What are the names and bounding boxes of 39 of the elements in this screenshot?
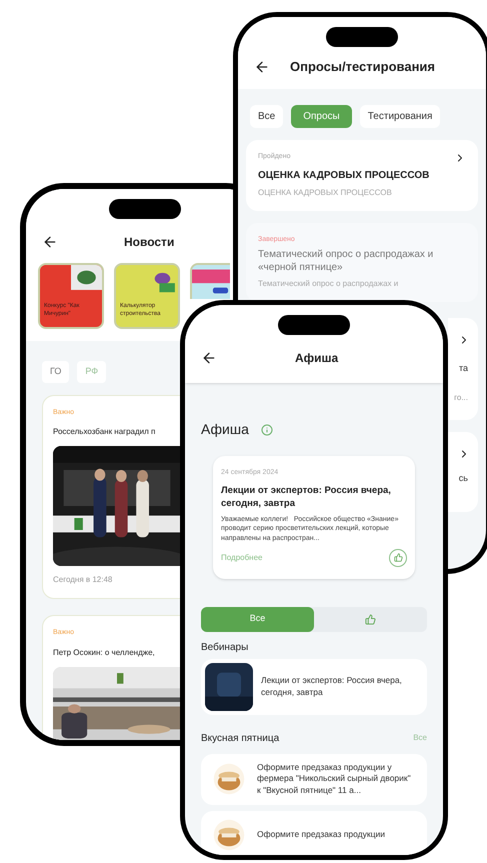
survey-title: го... <box>454 392 469 404</box>
survey-subtitle: ОЦЕНКА КАДРОВЫХ ПРОЦЕССОВ <box>258 186 393 198</box>
back-icon[interactable] <box>201 350 217 366</box>
filter-tab[interactable]: Тестирования <box>360 104 440 128</box>
news-title: Петр Осокин: о челлендже, <box>53 646 156 658</box>
offer-item[interactable]: Оформите предзаказ продукции <box>201 810 427 855</box>
survey-card[interactable]: сь <box>448 432 478 512</box>
camera-notch <box>109 199 181 219</box>
event-card[interactable] <box>213 456 415 578</box>
thumbs-up-icon <box>394 553 402 562</box>
offer-text: Оформите предзаказ продукции <box>257 828 385 840</box>
survey-title: ОЦЕНКА КАДРОВЫХ ПРОЦЕССОВ <box>258 168 430 182</box>
thumbs-up-icon <box>365 614 376 624</box>
section-title: Вкусная пятница <box>201 732 280 746</box>
section-title: Вебинары <box>200 640 250 654</box>
offer-text: Оформите предзаказ продукции у фермера "Никольский сырный дворик" к "Вкусной пятнице" 11 а... <box>257 762 412 797</box>
section-title: Афиша <box>201 420 249 439</box>
news-time: Сегодня в 12:48 <box>53 574 114 586</box>
survey-title: Тематический опрос о распродажах и «черной пятнице» <box>258 249 434 274</box>
story-tile[interactable] <box>190 263 230 299</box>
like-button[interactable] <box>389 548 407 566</box>
webinar-title: Лекции от экспертов: Россия вчера, сегодня, завтра <box>261 674 403 698</box>
offer-item[interactable]: Оформите предзаказ продукции у фермера "Никольский сырный дворик" к "Вкусной пятнице" 11 а... <box>201 754 427 805</box>
event-title: Лекции от экспертов: Россия вчера, сегодня, завтра <box>221 484 392 510</box>
filter-chip[interactable]: ГО <box>42 361 70 382</box>
news-title: Россельхозбанк наградил п <box>53 426 156 438</box>
screen-title: Новости <box>124 234 174 251</box>
webinar-item[interactable]: Лекции от экспертов: Россия вчера, сегодня, завтра <box>201 658 427 714</box>
back-icon[interactable] <box>254 58 270 75</box>
survey-title: та <box>458 362 469 375</box>
survey-title: сь <box>458 472 469 485</box>
survey-card[interactable]: та го... <box>448 318 478 420</box>
screen-title: Афиша <box>295 350 338 367</box>
camera-notch <box>278 315 350 335</box>
filter-tab[interactable]: Все <box>250 104 284 128</box>
back-icon[interactable] <box>42 234 58 250</box>
screen-title: Опросы/тестирования <box>290 58 435 76</box>
survey-subtitle: Тематический опрос о распродажах и <box>258 278 400 290</box>
camera-notch <box>326 27 398 47</box>
